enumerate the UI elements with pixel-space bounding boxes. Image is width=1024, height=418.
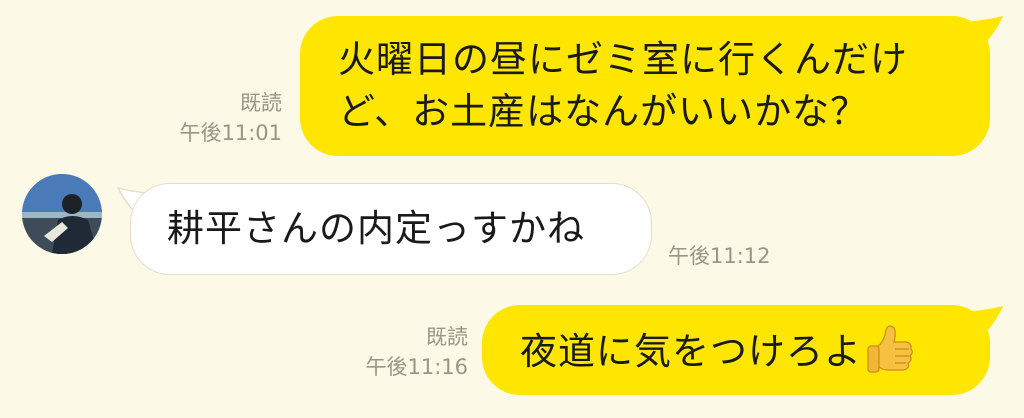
chat-thread[interactable]: 既読 午後11:01 火曜日の昼にゼミ室に行くんだけ ど、お土産はなんがいいかな… [0, 0, 1024, 418]
message-meta: 既読 午後11:16 [365, 322, 468, 382]
message-text-line: 夜道に気をつけろよ [520, 330, 862, 373]
message-timestamp: 午後11:01 [179, 121, 282, 145]
outgoing-message-bubble[interactable]: 夜道に気をつけろよ [482, 305, 990, 395]
contact-avatar[interactable] [22, 174, 102, 254]
message-text-row: 夜道に気をつけろよ [520, 324, 990, 378]
read-receipt: 既読 [426, 325, 468, 349]
message-timestamp: 午後11:16 [365, 355, 468, 379]
outgoing-message-bubble[interactable]: 火曜日の昼にゼミ室に行くんだけ ど、お土産はなんがいいかな？ [300, 16, 990, 156]
read-receipt: 既読 [240, 91, 282, 115]
bubble-tail [965, 306, 1003, 340]
message-timestamp: 午後11:12 [668, 244, 771, 268]
message-text-line: 火曜日の昼にゼミ室に行くんだけ [338, 38, 908, 81]
incoming-message-bubble[interactable]: 耕平さんの内定っすかね [130, 183, 652, 275]
message-text-line: ど、お土産はなんがいいかな？ [338, 90, 869, 133]
message-meta: 午後11:12 [668, 241, 771, 271]
message-meta: 既読 午後11:01 [179, 88, 282, 148]
thumbs-up-icon [867, 325, 913, 373]
avatar-photo [22, 174, 102, 254]
bubble-tail [965, 16, 1003, 50]
message-text-line: 耕平さんの内定っすかね [167, 207, 585, 250]
